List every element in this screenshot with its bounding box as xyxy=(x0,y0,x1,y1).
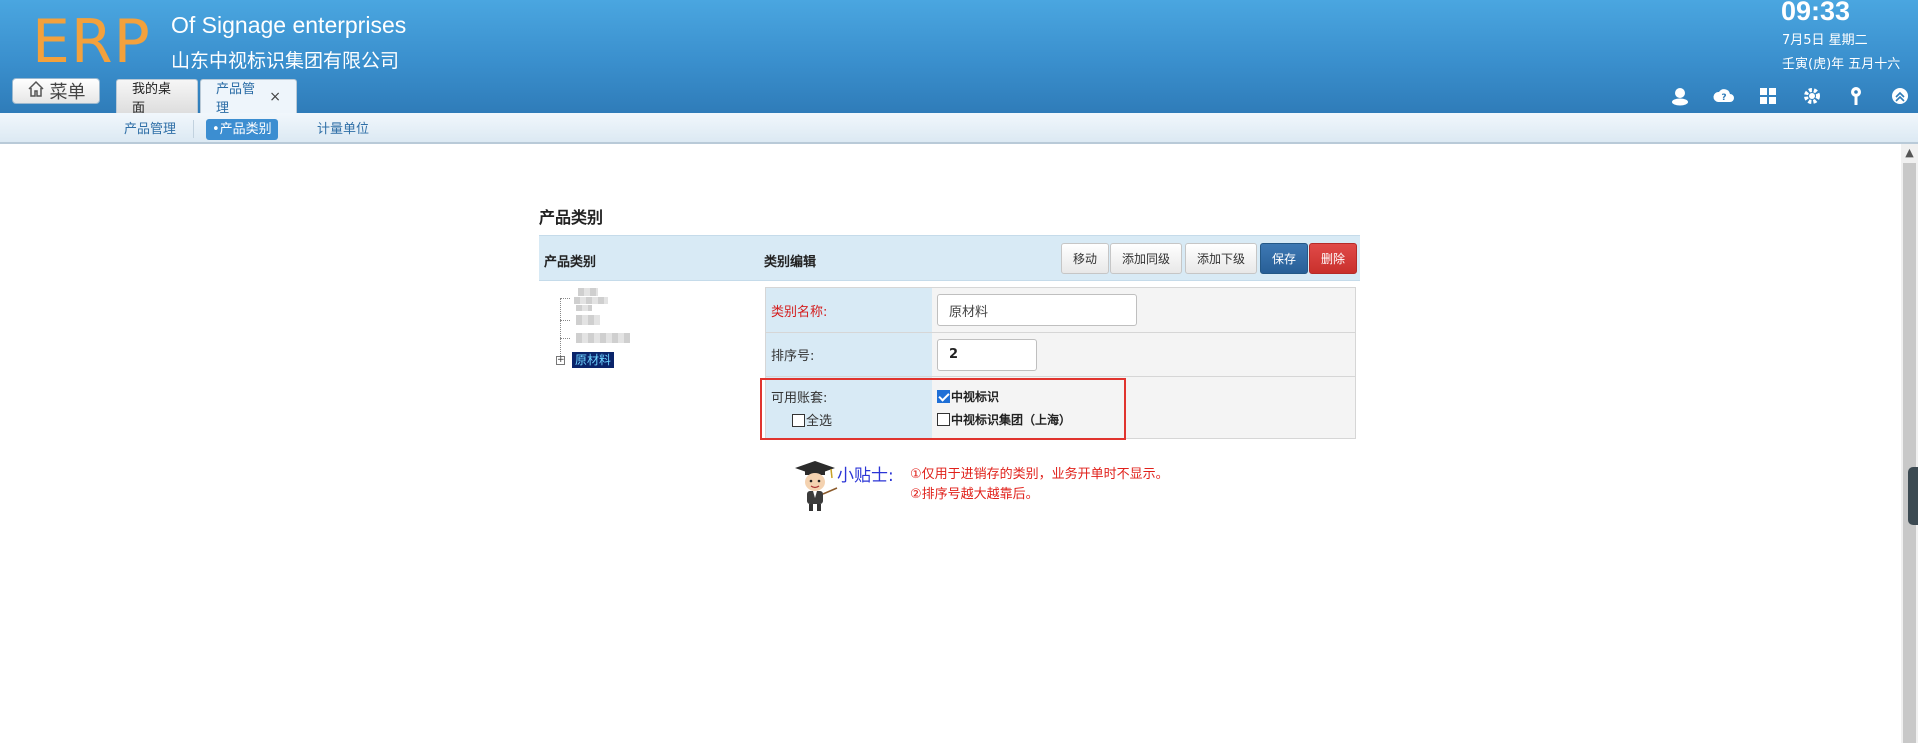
tree-node-raw-material[interactable]: 原材料 xyxy=(572,352,615,368)
menu-button-label: 菜单 xyxy=(49,82,86,103)
tree-connector xyxy=(560,298,561,358)
tip-line-1: ①仅用于进销存的类别，业务开单时不显示。 xyxy=(910,467,1169,482)
accounts-label-cell: 可用账套: 全选 xyxy=(766,377,932,438)
account-option-2[interactable]: 中视标识集团（上海） xyxy=(937,411,1071,428)
add-sibling-button[interactable]: 添加同级 xyxy=(1110,243,1183,274)
tree-connector xyxy=(560,320,570,321)
tab-label: 产品管理 xyxy=(216,81,256,116)
tab-product-management[interactable]: 产品管理 × xyxy=(200,79,297,116)
header-toolbar: ? xyxy=(1667,84,1913,108)
tree-node-blurred[interactable] xyxy=(574,297,608,304)
delete-button[interactable]: 删除 xyxy=(1309,243,1358,274)
tree-node-blurred[interactable] xyxy=(578,288,598,296)
company-name-cn: 山东中视标识集团有限公司 xyxy=(171,50,400,72)
form-row-name: 类别名称: 原材料 xyxy=(766,288,1355,333)
add-child-button[interactable]: 添加下级 xyxy=(1185,243,1258,274)
tips-label: 小贴士: xyxy=(837,466,894,486)
page-title: 产品类别 xyxy=(539,208,604,227)
tree-node-blurred[interactable] xyxy=(576,315,600,325)
erp-logo: ERP xyxy=(32,7,151,77)
subnav-unit-of-measure[interactable]: 计量单位 xyxy=(311,119,375,140)
move-button[interactable]: 移动 xyxy=(1061,243,1110,274)
gear-icon[interactable] xyxy=(1799,84,1825,108)
form-row-sort: 排序号: 2 xyxy=(766,333,1355,377)
tree-expand-icon[interactable]: + xyxy=(556,356,565,365)
account-2-label: 中视标识集团（上海） xyxy=(951,412,1072,427)
sub-navigation: 产品管理 •产品类别 计量单位 xyxy=(0,113,1918,144)
edit-panel-heading: 类别编辑 xyxy=(764,255,817,270)
app-header: ERP Of Signage enterprises 山东中视标识集团有限公司 … xyxy=(0,0,1918,116)
tab-close-icon[interactable]: × xyxy=(269,89,281,105)
save-button[interactable]: 保存 xyxy=(1260,243,1309,274)
category-tree: + 原材料 xyxy=(552,288,752,378)
tree-connector xyxy=(560,338,570,339)
graduate-mascot-icon xyxy=(791,458,839,512)
account-option-1[interactable]: 中视标识 xyxy=(937,388,999,405)
company-name-en: Of Signage enterprises xyxy=(171,12,407,38)
category-panel-toolbar: 产品类别 类别编辑 移动 添加同级 添加下级 保存 删除 xyxy=(539,235,1360,281)
menu-button[interactable]: 菜单 xyxy=(12,78,100,104)
sort-number-input[interactable]: 2 xyxy=(937,338,1037,371)
select-all-label: 全选 xyxy=(806,413,833,429)
category-name-input[interactable]: 原材料 xyxy=(937,294,1137,326)
scroll-up-arrow-icon[interactable]: ▲ xyxy=(1901,144,1918,161)
tab-label: 我的桌面 xyxy=(132,81,172,116)
subnav-product-management[interactable]: 产品管理 xyxy=(118,119,182,140)
select-all-checkbox[interactable] xyxy=(792,413,805,427)
category-name-label: 类别名称: xyxy=(766,288,932,332)
account-1-checkbox[interactable] xyxy=(937,389,950,403)
tree-connector xyxy=(560,298,570,299)
subnav-divider xyxy=(193,120,194,138)
subnav-product-category[interactable]: •产品类别 xyxy=(206,119,278,140)
svg-text:?: ? xyxy=(1721,93,1726,103)
accounts-value-cell: 中视标识 中视标识集团（上海） xyxy=(932,377,1355,438)
side-panel-handle[interactable] xyxy=(1908,467,1918,525)
account-2-checkbox[interactable] xyxy=(937,412,950,426)
scrollbar-thumb[interactable] xyxy=(1903,163,1916,743)
form-row-accounts: 可用账套: 全选 中视标识 中视标识集团（上海） xyxy=(766,377,1355,438)
available-accounts-label: 可用账套: xyxy=(771,390,828,406)
account-1-label: 中视标识 xyxy=(951,389,1000,404)
clock-lunar-date: 壬寅(虎)年 五月十六 xyxy=(1782,57,1901,72)
tree-node-blurred[interactable] xyxy=(576,333,630,343)
collapse-up-icon[interactable] xyxy=(1887,84,1913,108)
tree-panel-heading: 产品类别 xyxy=(544,255,597,270)
tip-line-2: ②排序号越大越靠后。 xyxy=(910,487,1039,502)
tab-my-desktop[interactable]: 我的桌面 xyxy=(116,79,198,116)
clock-date: 7月5日 星期二 xyxy=(1782,33,1868,48)
user-icon[interactable] xyxy=(1667,84,1693,108)
category-edit-form: 类别名称: 原材料 排序号: 2 可用账套: 全选 中视标识 中视标识集团（上海… xyxy=(765,287,1356,439)
home-icon xyxy=(27,80,45,103)
sort-number-label: 排序号: xyxy=(766,333,932,376)
clock-time: 09:33 xyxy=(1781,0,1851,26)
select-all-option[interactable]: 全选 xyxy=(771,410,832,429)
tree-node-blurred[interactable] xyxy=(576,305,592,311)
key-icon[interactable] xyxy=(1843,84,1869,108)
apps-grid-icon[interactable] xyxy=(1755,84,1781,108)
cloud-help-icon[interactable]: ? xyxy=(1711,84,1737,108)
